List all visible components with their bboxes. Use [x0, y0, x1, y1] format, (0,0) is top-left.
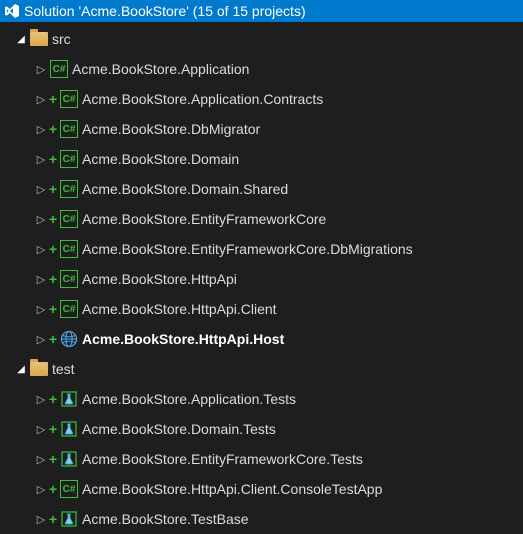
project-label: Acme.BookStore.Application — [72, 61, 249, 77]
project-label: Acme.BookStore.HttpApi.Client.ConsoleTes… — [82, 481, 382, 497]
chevron-right-icon[interactable] — [34, 183, 48, 196]
chevron-right-icon[interactable] — [34, 513, 48, 526]
project-httpapi-client[interactable]: + Acme.BookStore.HttpApi.Client — [0, 294, 523, 324]
project-label: Acme.BookStore.Application.Contracts — [82, 91, 323, 107]
test-project-icon — [60, 450, 78, 468]
vcs-added-icon: + — [48, 271, 58, 287]
project-testbase[interactable]: + Acme.BookStore.TestBase — [0, 504, 523, 534]
vcs-added-icon: + — [48, 511, 58, 527]
project-domain-tests[interactable]: + Acme.BookStore.Domain.Tests — [0, 414, 523, 444]
csharp-project-icon — [60, 300, 78, 318]
project-httpapi-host[interactable]: + Acme.BookStore.HttpApi.Host — [0, 324, 523, 354]
solution-label: Solution 'Acme.BookStore' (15 of 15 proj… — [24, 3, 306, 19]
project-efcore-migrations[interactable]: + Acme.BookStore.EntityFrameworkCore.DbM… — [0, 234, 523, 264]
project-label: Acme.BookStore.Domain.Shared — [82, 181, 288, 197]
project-httpapi[interactable]: + Acme.BookStore.HttpApi — [0, 264, 523, 294]
vcs-added-icon: + — [48, 151, 58, 167]
csharp-project-icon — [60, 270, 78, 288]
chevron-right-icon[interactable] — [34, 93, 48, 106]
chevron-right-icon[interactable] — [34, 483, 48, 496]
project-application-contracts[interactable]: + Acme.BookStore.Application.Contracts — [0, 84, 523, 114]
csharp-project-icon — [60, 210, 78, 228]
vcs-added-icon: + — [48, 451, 58, 467]
vcs-added-icon: + — [48, 91, 58, 107]
solution-row[interactable]: Solution 'Acme.BookStore' (15 of 15 proj… — [0, 0, 523, 22]
chevron-right-icon[interactable] — [34, 273, 48, 286]
vcs-added-icon: + — [48, 301, 58, 317]
project-dbmigrator[interactable]: + Acme.BookStore.DbMigrator — [0, 114, 523, 144]
test-project-icon — [60, 420, 78, 438]
csharp-project-icon — [60, 150, 78, 168]
project-label: Acme.BookStore.DbMigrator — [82, 121, 260, 137]
project-label: Acme.BookStore.EntityFrameworkCore.Tests — [82, 451, 363, 467]
project-efcore-tests[interactable]: + Acme.BookStore.EntityFrameworkCore.Tes… — [0, 444, 523, 474]
folder-label: src — [52, 31, 71, 47]
project-label: Acme.BookStore.EntityFrameworkCore — [82, 211, 326, 227]
chevron-right-icon[interactable] — [34, 393, 48, 406]
csharp-project-icon — [60, 480, 78, 498]
vcs-added-icon: + — [48, 481, 58, 497]
project-label: Acme.BookStore.HttpApi.Host — [82, 331, 284, 347]
project-label: Acme.BookStore.EntityFrameworkCore.DbMig… — [82, 241, 413, 257]
chevron-right-icon[interactable] — [34, 243, 48, 256]
project-efcore[interactable]: + Acme.BookStore.EntityFrameworkCore — [0, 204, 523, 234]
csharp-project-icon — [60, 120, 78, 138]
project-label: Acme.BookStore.Application.Tests — [82, 391, 296, 407]
project-label: Acme.BookStore.HttpApi.Client — [82, 301, 277, 317]
visual-studio-icon — [4, 3, 20, 19]
csharp-project-icon — [60, 180, 78, 198]
chevron-down-icon[interactable] — [14, 364, 28, 375]
project-label: Acme.BookStore.HttpApi — [82, 271, 237, 287]
chevron-right-icon[interactable] — [34, 333, 48, 346]
project-label: Acme.BookStore.Domain — [82, 151, 239, 167]
vcs-added-icon: + — [48, 421, 58, 437]
vcs-added-icon: + — [48, 181, 58, 197]
folder-icon — [30, 362, 48, 376]
folder-src[interactable]: src — [0, 24, 523, 54]
csharp-project-icon — [50, 60, 68, 78]
vcs-added-icon: + — [48, 121, 58, 137]
web-project-icon — [60, 330, 78, 348]
csharp-project-icon — [60, 90, 78, 108]
chevron-right-icon[interactable] — [34, 453, 48, 466]
vcs-added-icon: + — [48, 331, 58, 347]
chevron-down-icon[interactable] — [14, 34, 28, 45]
vcs-added-icon: + — [48, 391, 58, 407]
project-application-tests[interactable]: + Acme.BookStore.Application.Tests — [0, 384, 523, 414]
project-httpapi-client-console[interactable]: + Acme.BookStore.HttpApi.Client.ConsoleT… — [0, 474, 523, 504]
chevron-right-icon[interactable] — [34, 63, 48, 76]
vcs-added-icon: + — [48, 241, 58, 257]
project-label: Acme.BookStore.TestBase — [82, 511, 249, 527]
folder-label: test — [52, 361, 75, 377]
csharp-project-icon — [60, 240, 78, 258]
solution-tree: src Acme.BookStore.Application + Acme.Bo… — [0, 22, 523, 534]
project-label: Acme.BookStore.Domain.Tests — [82, 421, 276, 437]
vcs-added-icon: + — [48, 211, 58, 227]
chevron-right-icon[interactable] — [34, 423, 48, 436]
project-domain-shared[interactable]: + Acme.BookStore.Domain.Shared — [0, 174, 523, 204]
folder-test[interactable]: test — [0, 354, 523, 384]
test-project-icon — [60, 390, 78, 408]
chevron-right-icon[interactable] — [34, 123, 48, 136]
chevron-right-icon[interactable] — [34, 303, 48, 316]
chevron-right-icon[interactable] — [34, 213, 48, 226]
folder-icon — [30, 32, 48, 46]
project-application[interactable]: Acme.BookStore.Application — [0, 54, 523, 84]
project-domain[interactable]: + Acme.BookStore.Domain — [0, 144, 523, 174]
chevron-right-icon[interactable] — [34, 153, 48, 166]
